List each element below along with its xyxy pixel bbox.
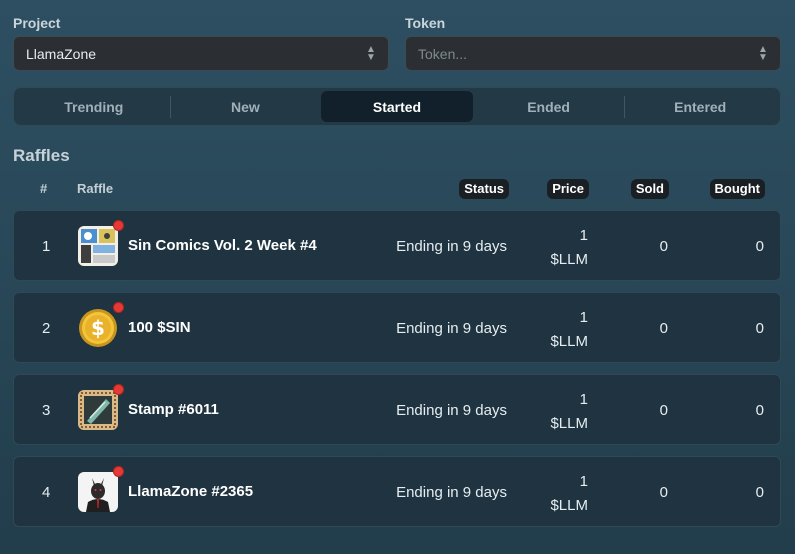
raffle-price: 1 $LLM [550,224,588,272]
token-select-placeholder: Token... [418,45,468,62]
project-label: Project [13,15,61,31]
price-amount: 1 [579,309,588,326]
row-index: 1 [42,238,51,255]
raffle-status: Ending in 9 days [396,320,507,337]
token-label: Token [405,15,446,31]
raffle-price: 1 $LLM [550,306,588,354]
raffle-bought: 0 [755,402,764,419]
raffle-status: Ending in 9 days [396,402,507,419]
table-row[interactable]: 1 Sin Comics Vol. 2 Week #4 Ending in 9 … [13,210,781,281]
raffle-sold: 0 [659,320,668,337]
raffle-sold: 0 [659,238,668,255]
raffle-bought: 0 [755,484,764,501]
price-amount: 1 [579,391,588,408]
price-token: $LLM [550,251,588,268]
raffle-tabs: Trending New Started Ended Entered [13,87,781,126]
table-header: # Raffle Status Price Sold Bought [13,178,781,200]
header-bought[interactable]: Bought [709,179,765,199]
llama-avatar-thumbnail [78,472,118,512]
raffle-name[interactable]: Stamp #6011 [128,401,219,418]
project-select[interactable]: LlamaZone ▲ ▼ [13,36,389,71]
comic-thumbnail [78,226,118,266]
chevron-up-down-icon: ▲ ▼ [758,44,768,63]
raffle-status: Ending in 9 days [396,238,507,255]
raffle-price: 1 $LLM [550,470,588,518]
price-amount: 1 [579,473,588,490]
live-indicator-dot [113,220,124,231]
price-token: $LLM [550,415,588,432]
live-indicator-dot [113,302,124,313]
live-indicator-dot [113,384,124,395]
stamp-thumbnail [78,390,118,430]
table-row[interactable]: 4 LlamaZone #2365 Ending in 9 days 1 $LL… [13,456,781,527]
tab-started[interactable]: Started [321,91,473,122]
raffle-bought: 0 [755,238,764,255]
token-select[interactable]: Token... ▲ ▼ [405,36,781,71]
row-index: 4 [42,484,51,501]
price-amount: 1 [579,227,588,244]
tab-entered[interactable]: Entered [624,91,776,122]
tab-ended[interactable]: Ended [473,91,625,122]
project-field: Project LlamaZone ▲ ▼ [13,14,389,71]
raffle-sold: 0 [659,484,668,501]
raffle-sold: 0 [659,402,668,419]
header-sold[interactable]: Sold [630,179,669,199]
tab-trending[interactable]: Trending [18,91,170,122]
raffle-name[interactable]: Sin Comics Vol. 2 Week #4 [128,237,317,254]
raffle-name[interactable]: 100 $SIN [128,319,191,336]
gold-coin-icon: $ [78,308,118,348]
section-title: Raffles [13,146,70,165]
live-indicator-dot [113,466,124,477]
token-field: Token Token... ▲ ▼ [405,14,781,71]
header-index: # [40,181,48,196]
row-index: 2 [42,320,51,337]
raffle-bought: 0 [755,320,764,337]
table-row[interactable]: 3 Stamp #6011 Ending in 9 days 1 $LLM 0 … [13,374,781,445]
chevron-up-down-icon: ▲ ▼ [366,44,376,63]
raffle-status: Ending in 9 days [396,484,507,501]
raffle-price: 1 $LLM [550,388,588,436]
tab-new[interactable]: New [169,91,322,122]
project-select-value: LlamaZone [26,45,97,62]
row-index: 3 [42,402,51,419]
header-raffle: Raffle [77,181,114,196]
header-price[interactable]: Price [547,179,589,199]
svg-text:$: $ [91,316,105,340]
table-row[interactable]: 2 $ 100 $SIN Ending in 9 days 1 $LLM 0 0 [13,292,781,363]
raffle-name[interactable]: LlamaZone #2365 [128,483,253,500]
price-token: $LLM [550,497,588,514]
header-status[interactable]: Status [459,179,509,199]
filters: Project LlamaZone ▲ ▼ Token Token... ▲ ▼ [13,14,781,72]
price-token: $LLM [550,333,588,350]
